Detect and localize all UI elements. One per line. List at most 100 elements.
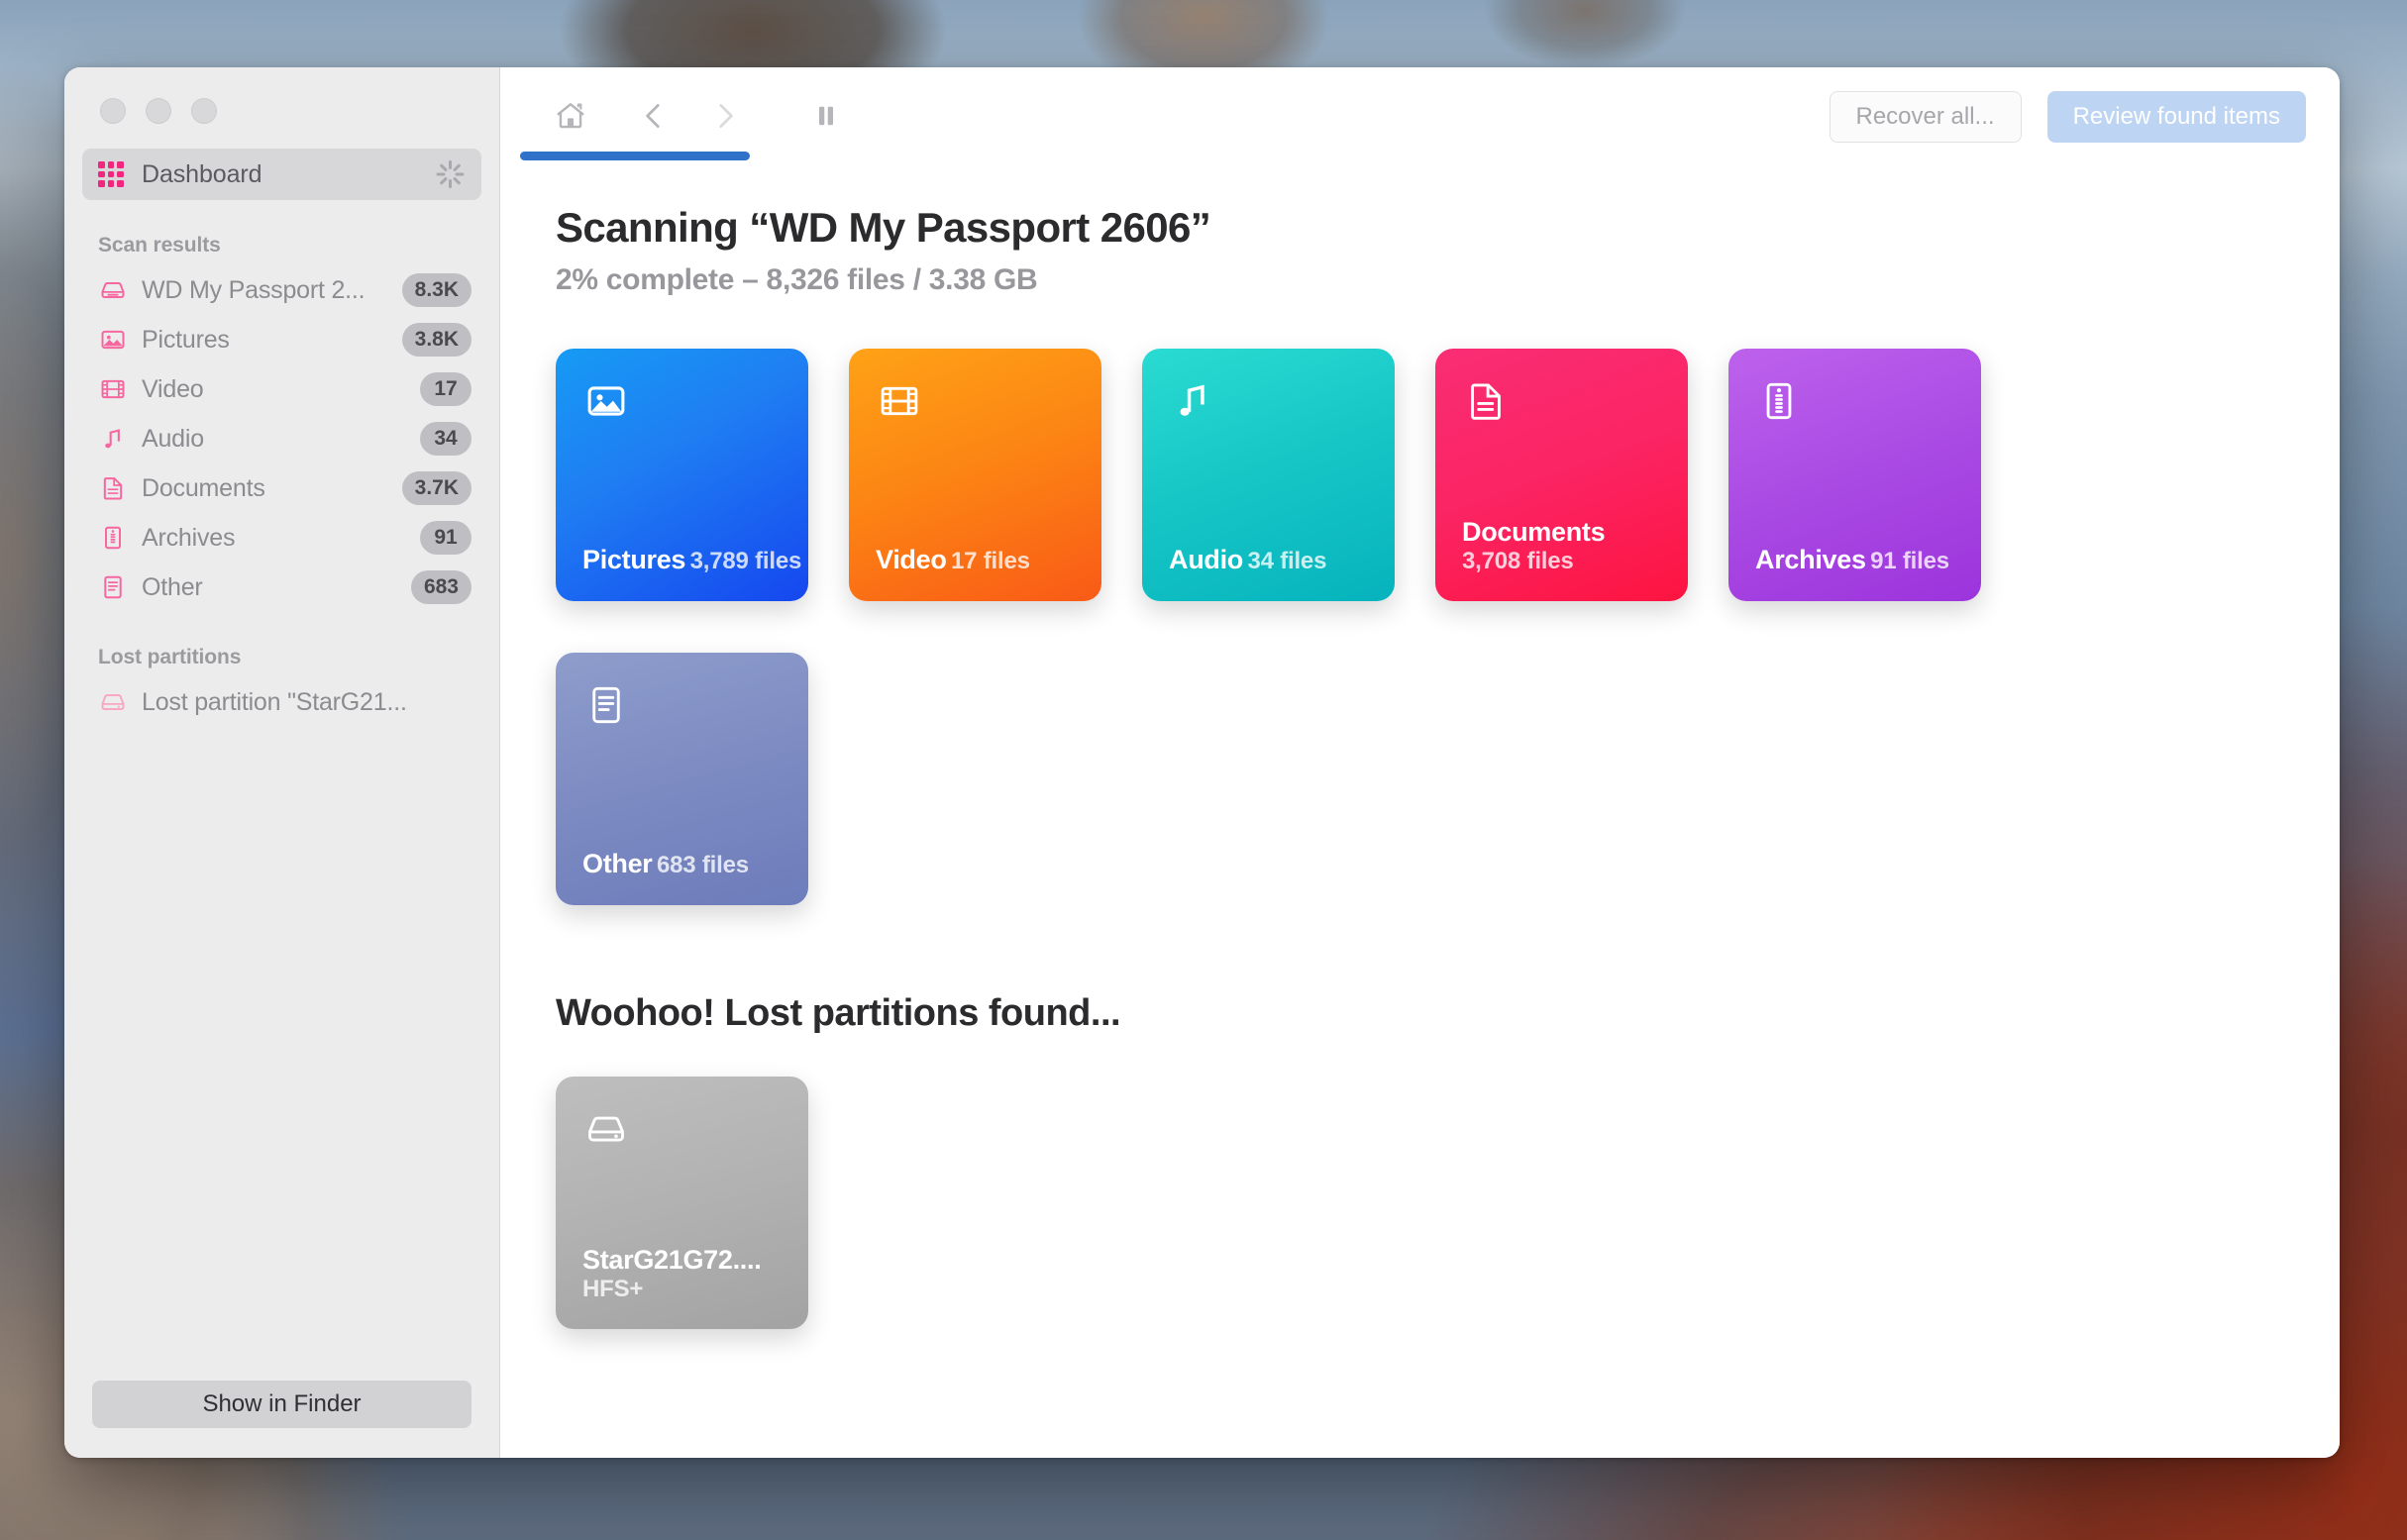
tile-subtitle: 17 files — [950, 548, 1030, 574]
sidebar-item-wd-my-passport[interactable]: WD My Passport 2... 8.3K — [82, 265, 481, 315]
sidebar-item-badge: 34 — [420, 422, 471, 456]
tile-text: Pictures 3,789 files — [582, 545, 801, 575]
tile-video[interactable]: Video 17 files — [849, 349, 1101, 601]
sidebar-item-label: Archives — [142, 523, 236, 552]
sidebar-item-documents[interactable]: Documents 3.7K — [82, 463, 481, 513]
sidebar-item-label: Lost partition "StarG21... — [142, 687, 407, 716]
tile-lost-partition[interactable]: StarG21G72.... HFS+ — [556, 1077, 808, 1329]
sidebar-item-video[interactable]: Video 17 — [82, 364, 481, 414]
tile-subtitle: 3,789 files — [689, 548, 802, 574]
forward-button[interactable] — [694, 86, 756, 148]
scan-title: Scanning “WD My Passport 2606” — [556, 204, 1211, 251]
document-icon — [1463, 378, 1509, 429]
film-icon — [98, 375, 128, 403]
sidebar-footer: Show in Finder — [64, 1381, 499, 1458]
tile-title: Audio — [1169, 545, 1243, 574]
grid-icon — [98, 161, 124, 187]
tile-title: Pictures — [582, 545, 686, 574]
category-tiles-row-1: Pictures 3,789 files Video 17 files Audi… — [556, 349, 2284, 601]
sidebar-item-badge: 3.7K — [401, 471, 471, 505]
sidebar-item-badge: 17 — [420, 372, 471, 406]
list-document-icon — [583, 682, 629, 733]
disk-drill-window: Dashboard Scan results WD My Passport 2.… — [64, 67, 2340, 1458]
sidebar-scroll-area: Dashboard Scan results WD My Passport 2.… — [64, 139, 499, 1381]
sidebar-item-label: Pictures — [142, 325, 230, 354]
sidebar-item-label: WD My Passport 2... — [142, 275, 366, 304]
sidebar-group-title-scan-results: Scan results — [98, 234, 221, 257]
sidebar-item-badge: 8.3K — [401, 273, 471, 307]
tile-subtitle: HFS+ — [582, 1276, 644, 1302]
hard-drive-icon — [98, 688, 128, 716]
tile-subtitle: 3,708 files — [1462, 548, 1574, 574]
zip-icon — [98, 524, 128, 552]
main-pane: Recover all... Review found items Scanni… — [500, 67, 2340, 1458]
hard-drive-icon — [583, 1106, 629, 1157]
document-icon — [98, 474, 128, 502]
tile-archives[interactable]: Archives 91 files — [1728, 349, 1981, 601]
music-note-icon — [98, 425, 128, 453]
tile-text: Video 17 files — [876, 545, 1030, 575]
sidebar-item-archives[interactable]: Archives 91 — [82, 513, 481, 563]
tile-other[interactable]: Other 683 files — [556, 653, 808, 905]
music-note-icon — [1170, 378, 1215, 429]
tile-title: Documents — [1462, 517, 1606, 547]
tile-title: StarG21G72.... — [582, 1245, 762, 1275]
back-button[interactable] — [623, 86, 684, 148]
recover-all-button[interactable]: Recover all... — [1829, 91, 2022, 143]
zip-icon — [1756, 378, 1802, 429]
show-in-finder-button[interactable]: Show in Finder — [92, 1381, 471, 1428]
close-button[interactable] — [100, 98, 126, 124]
scan-subtitle: 2% complete – 8,326 files / 3.38 GB — [556, 263, 1038, 296]
film-icon — [877, 378, 922, 429]
minimize-button[interactable] — [146, 98, 171, 124]
sidebar-item-label: Audio — [142, 424, 204, 453]
zoom-button[interactable] — [191, 98, 217, 124]
desktop-wallpaper: Dashboard Scan results WD My Passport 2.… — [0, 0, 2407, 1540]
sidebar-group-title-lost-partitions: Lost partitions — [98, 646, 242, 668]
picture-icon — [583, 378, 629, 429]
back-icon — [637, 99, 671, 136]
home-button[interactable] — [540, 86, 601, 148]
sidebar-item-dashboard[interactable]: Dashboard — [82, 149, 481, 200]
sidebar-item-badge: 3.8K — [401, 323, 471, 357]
tile-text: Archives 91 files — [1755, 545, 1949, 575]
list-document-icon — [98, 573, 128, 601]
pause-icon — [811, 101, 841, 134]
sidebar-item-badge: 683 — [410, 570, 471, 604]
tile-pictures[interactable]: Pictures 3,789 files — [556, 349, 808, 601]
tile-title: Video — [876, 545, 947, 574]
tile-title: Other — [582, 849, 653, 878]
sidebar-item-audio[interactable]: Audio 34 — [82, 414, 481, 463]
window-traffic-lights — [64, 67, 499, 139]
toolbar: Recover all... Review found items — [500, 67, 2340, 166]
hard-drive-icon — [98, 276, 128, 304]
home-icon — [553, 98, 588, 137]
category-tiles-row-2: Other 683 files — [556, 653, 2284, 905]
pause-button[interactable] — [795, 86, 857, 148]
tile-text: Other 683 files — [582, 849, 749, 879]
sidebar-item-lost-partition[interactable]: Lost partition "StarG21... — [82, 677, 481, 727]
sidebar: Dashboard Scan results WD My Passport 2.… — [64, 67, 500, 1458]
sidebar-item-label: Other — [142, 572, 203, 601]
tile-title: Archives — [1755, 545, 1866, 574]
tile-subtitle: 91 files — [1870, 548, 1949, 574]
forward-icon — [708, 99, 742, 136]
picture-icon — [98, 326, 128, 354]
scan-progress-bar — [520, 152, 750, 160]
sidebar-item-other[interactable]: Other 683 — [82, 563, 481, 612]
sidebar-item-pictures[interactable]: Pictures 3.8K — [82, 315, 481, 364]
tile-text: Audio 34 files — [1169, 545, 1326, 575]
tile-documents[interactable]: Documents 3,708 files — [1435, 349, 1688, 601]
scan-progress-fill — [520, 152, 750, 160]
partitions-section-title: Woohoo! Lost partitions found... — [556, 992, 1121, 1034]
tile-subtitle: 34 files — [1247, 548, 1327, 574]
sidebar-item-badge: 91 — [420, 521, 471, 555]
review-found-items-button[interactable]: Review found items — [2046, 91, 2306, 143]
content-area: Scanning “WD My Passport 2606” 2% comple… — [500, 166, 2340, 1458]
tile-text: Documents 3,708 files — [1462, 517, 1688, 575]
tile-subtitle: 683 files — [656, 852, 749, 878]
sidebar-item-label: Video — [142, 374, 204, 403]
sidebar-item-label-dashboard: Dashboard — [142, 159, 262, 188]
tile-audio[interactable]: Audio 34 files — [1142, 349, 1395, 601]
tile-text: StarG21G72.... HFS+ — [582, 1245, 808, 1303]
